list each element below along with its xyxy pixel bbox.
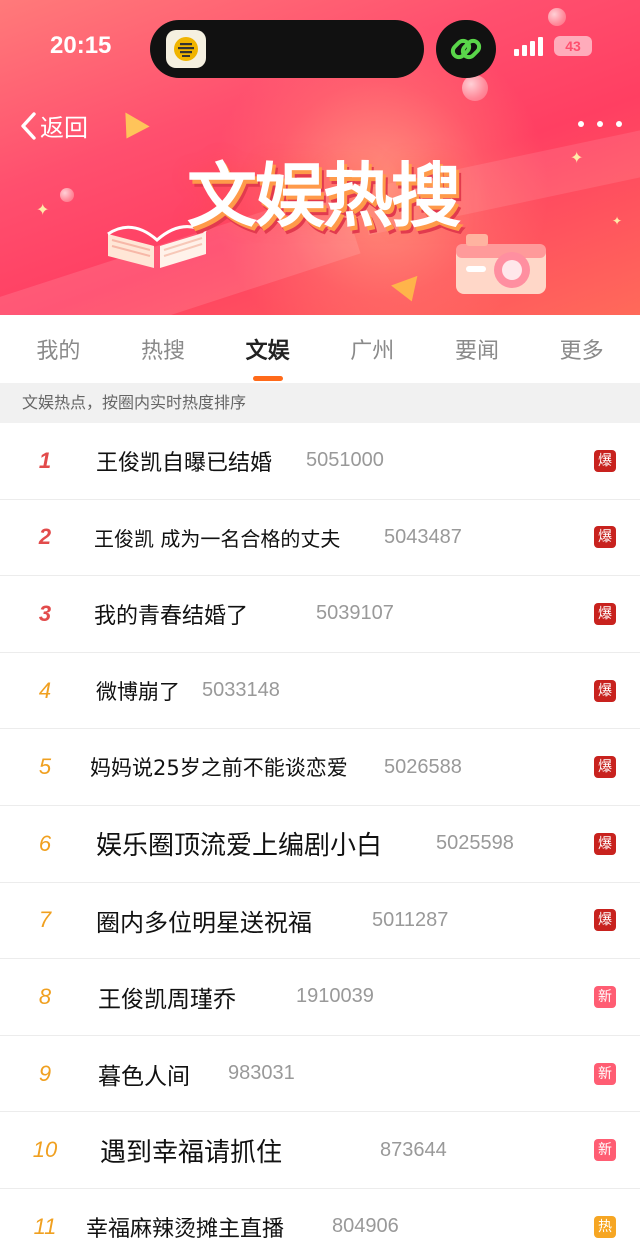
item-title: 微博崩了 [96,679,180,704]
hot-search-list: 1 王俊凯自曝已结婚 5051000 爆 2 王俊凯 成为一名合格的丈夫 504… [0,423,640,1245]
status-time: 20:15 [50,32,112,59]
list-item[interactable]: 7 圈内多位明星送祝福 5011287 爆 [0,883,640,960]
item-title: 暮色人间 [98,1063,190,1090]
boom-badge: 爆 [594,526,616,549]
app-logo-icon [166,30,206,68]
boom-badge: 爆 [594,602,616,625]
item-title: 王俊凯 成为一名合格的丈夫 [94,526,341,551]
rank-number: 5 [38,754,52,780]
heat-value: 1910039 [296,985,374,1008]
dot-icon [578,121,584,127]
item-title: 妈妈说25岁之前不能谈恋爱 [90,756,348,781]
item-title: 娱乐圈顶流爱上编剧小白 [96,831,383,862]
battery-icon: 43 [554,36,592,56]
heat-value: 5051000 [306,449,384,472]
back-label: 返回 [40,114,88,142]
category-tabs: 我的 热搜 文娱 广州 要闻 更多 [0,315,640,383]
tab-news[interactable]: 要闻 [428,333,526,365]
list-item[interactable]: 11 幸福麻辣烫摊主直播 804906 热 [0,1189,640,1245]
decor-star: ✦ [612,214,623,228]
rank-number: 9 [38,1060,52,1086]
boom-badge: 爆 [594,909,616,932]
item-title: 王俊凯自曝已结婚 [96,450,273,476]
heat-value: 804906 [332,1215,399,1238]
item-title: 王俊凯周瑾乔 [98,986,236,1013]
tab-guangzhou[interactable]: 广州 [323,333,421,365]
list-item[interactable]: 4 微博崩了 5033148 爆 [0,653,640,730]
item-title: 遇到幸福请抓住 [100,1137,283,1168]
heat-value: 5026588 [384,755,462,778]
new-badge: 新 [594,985,616,1008]
rank-number: 4 [38,677,52,703]
dot-icon [597,121,603,127]
boom-badge: 爆 [594,832,616,855]
boom-badge: 爆 [594,449,616,472]
tab-mine[interactable]: 我的 [9,333,107,365]
boom-badge: 爆 [594,756,616,779]
rank-number: 10 [32,1137,58,1163]
hot-badge: 热 [594,1215,616,1238]
rank-number: 6 [38,830,52,856]
decor-star: ✦ [570,148,584,167]
chevron-left-icon [21,111,36,140]
boom-badge: 爆 [594,679,616,702]
dynamic-island [150,20,424,78]
signal-icon [514,37,543,56]
list-item[interactable]: 10 遇到幸福请抓住 873644 新 [0,1112,640,1189]
heat-value: 5039107 [316,602,394,625]
tab-more[interactable]: 更多 [533,333,631,365]
link-icon [436,20,496,78]
decor-star: ✦ [36,200,50,219]
rank-number: 2 [38,524,52,550]
decor-ball [548,8,566,26]
back-button[interactable]: 返回 [18,108,88,143]
list-item[interactable]: 5 妈妈说25岁之前不能谈恋爱 5026588 爆 [0,729,640,806]
heat-value: 873644 [380,1138,447,1161]
decor-ball [60,188,74,202]
item-title: 我的青春结婚了 [94,603,249,629]
heat-value: 983031 [228,1062,295,1085]
list-item[interactable]: 6 娱乐圈顶流爱上编剧小白 5025598 爆 [0,806,640,883]
rank-number: 11 [33,1213,57,1239]
heat-value: 5043487 [384,525,462,548]
item-title: 幸福麻辣烫摊主直播 [86,1216,285,1242]
item-title: 圈内多位明星送祝福 [96,908,312,937]
dot-icon [616,121,622,127]
list-item[interactable]: 2 王俊凯 成为一名合格的丈夫 5043487 爆 [0,500,640,577]
rank-number: 7 [38,907,52,933]
new-badge: 新 [594,1139,616,1162]
list-item[interactable]: 8 王俊凯周瑾乔 1910039 新 [0,959,640,1036]
rank-number: 3 [38,600,52,626]
more-menu-button[interactable] [578,110,622,138]
list-item[interactable]: 3 我的青春结婚了 5039107 爆 [0,576,640,653]
banner: ✦ ✦ ✦ 20:15 43 返回 文娱热搜 [0,0,640,315]
tab-hot-search[interactable]: 热搜 [114,333,212,365]
list-description: 文娱热点，按圈内实时热度排序 [0,383,640,423]
list-item[interactable]: 9 暮色人间 983031 新 [0,1036,640,1113]
heat-value: 5025598 [436,832,514,855]
rank-number: 8 [38,983,52,1009]
new-badge: 新 [594,1062,616,1085]
heat-value: 5011287 [372,908,449,931]
rank-number: 1 [38,447,52,473]
decor-ball [462,75,488,101]
banner-title: 文娱热搜 [187,155,461,237]
heat-value: 5033148 [202,679,280,702]
list-item[interactable]: 1 王俊凯自曝已结婚 5051000 爆 [0,423,640,500]
tab-entertainment[interactable]: 文娱 [219,333,317,381]
decor-triangle [114,112,150,146]
